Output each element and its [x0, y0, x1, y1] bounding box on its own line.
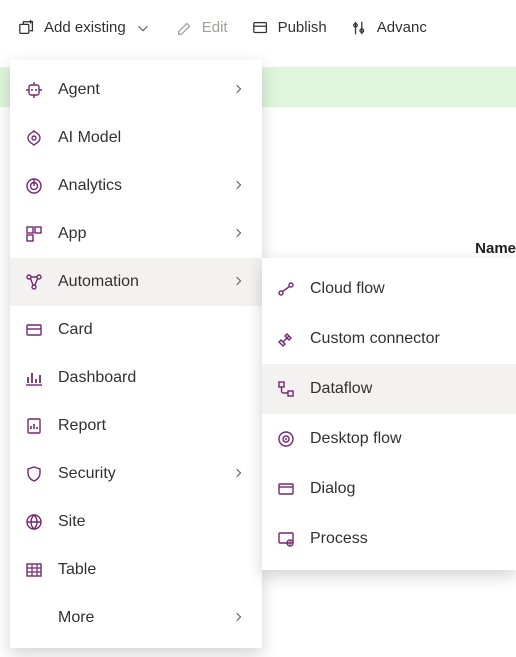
menu-item-label: Analytics	[58, 177, 218, 195]
menu-item-label: AI Model	[58, 129, 248, 147]
menu-item-label: Site	[58, 513, 248, 531]
add-existing-label: Add existing	[44, 19, 126, 36]
chevron-right-icon	[232, 82, 248, 98]
menu-item-card[interactable]: Card	[10, 306, 262, 354]
menu-item-label: More	[58, 609, 218, 627]
menu-item-label: Card	[58, 321, 248, 339]
edit-icon	[176, 19, 194, 37]
dataflow-icon	[276, 379, 296, 399]
chevron-right-icon	[232, 178, 248, 194]
submenu-item-label: Cloud flow	[310, 280, 502, 298]
chevron-right-icon	[232, 466, 248, 482]
desktop-flow-icon	[276, 429, 296, 449]
menu-item-agent[interactable]: Agent	[10, 66, 262, 114]
command-bar: Add existing Edit Publish Advanc	[0, 0, 516, 56]
edit-button[interactable]: Edit	[166, 11, 238, 45]
add-existing-button[interactable]: Add existing	[8, 11, 162, 45]
add-existing-menu: Agent AI Model Analytics App Automation Card D…	[10, 60, 262, 648]
submenu-item-label: Dataflow	[310, 380, 502, 398]
submenu-item-label: Custom connector	[310, 330, 502, 348]
connector-icon	[276, 329, 296, 349]
chevron-right-icon	[232, 274, 248, 290]
publish-button[interactable]: Publish	[242, 11, 337, 45]
submenu-item-custom-connector[interactable]: Custom connector	[262, 314, 516, 364]
chevron-right-icon	[232, 610, 248, 626]
menu-item-security[interactable]: Security	[10, 450, 262, 498]
menu-item-label: Automation	[58, 273, 218, 291]
chevron-down-icon	[134, 19, 152, 37]
edit-label: Edit	[202, 19, 228, 36]
menu-item-label: Dashboard	[58, 369, 248, 387]
add-existing-icon	[18, 19, 36, 37]
menu-item-report[interactable]: Report	[10, 402, 262, 450]
menu-item-label: Report	[58, 417, 248, 435]
submenu-item-cloud-flow[interactable]: Cloud flow	[262, 264, 516, 314]
submenu-item-dialog[interactable]: Dialog	[262, 464, 516, 514]
report-icon	[24, 416, 44, 436]
publish-label: Publish	[278, 19, 327, 36]
submenu-item-label: Desktop flow	[310, 430, 502, 448]
advanced-label: Advanc	[377, 19, 427, 36]
process-icon	[276, 529, 296, 549]
menu-item-site[interactable]: Site	[10, 498, 262, 546]
menu-item-automation[interactable]: Automation	[10, 258, 262, 306]
cloud-flow-icon	[276, 279, 296, 299]
card-icon	[24, 320, 44, 340]
automation-icon	[24, 272, 44, 292]
submenu-item-label: Dialog	[310, 480, 502, 498]
analytics-icon	[24, 176, 44, 196]
advanced-button[interactable]: Advanc	[341, 11, 437, 45]
menu-item-label: App	[58, 225, 218, 243]
menu-item-app[interactable]: App	[10, 210, 262, 258]
table-icon	[24, 560, 44, 580]
menu-item-analytics[interactable]: Analytics	[10, 162, 262, 210]
dashboard-icon	[24, 368, 44, 388]
agent-icon	[24, 80, 44, 100]
submenu-item-desktop-flow[interactable]: Desktop flow	[262, 414, 516, 464]
menu-item-label: Security	[58, 465, 218, 483]
app-icon	[24, 224, 44, 244]
ai-model-icon	[24, 128, 44, 148]
column-header-name[interactable]: Name	[475, 240, 516, 257]
chevron-right-icon	[232, 226, 248, 242]
advanced-icon	[351, 19, 369, 37]
submenu-item-label: Process	[310, 530, 502, 548]
submenu-item-process[interactable]: Process	[262, 514, 516, 564]
menu-item-label: Agent	[58, 81, 218, 99]
menu-item-ai-model[interactable]: AI Model	[10, 114, 262, 162]
security-icon	[24, 464, 44, 484]
submenu-item-dataflow[interactable]: Dataflow	[262, 364, 516, 414]
publish-icon	[252, 19, 270, 37]
menu-item-table[interactable]: Table	[10, 546, 262, 594]
automation-submenu: Cloud flow Custom connector Dataflow Deskto…	[262, 258, 516, 570]
menu-item-dashboard[interactable]: Dashboard	[10, 354, 262, 402]
menu-item-more[interactable]: More	[10, 594, 262, 642]
dialog-icon	[276, 479, 296, 499]
menu-item-label: Table	[58, 561, 248, 579]
site-icon	[24, 512, 44, 532]
